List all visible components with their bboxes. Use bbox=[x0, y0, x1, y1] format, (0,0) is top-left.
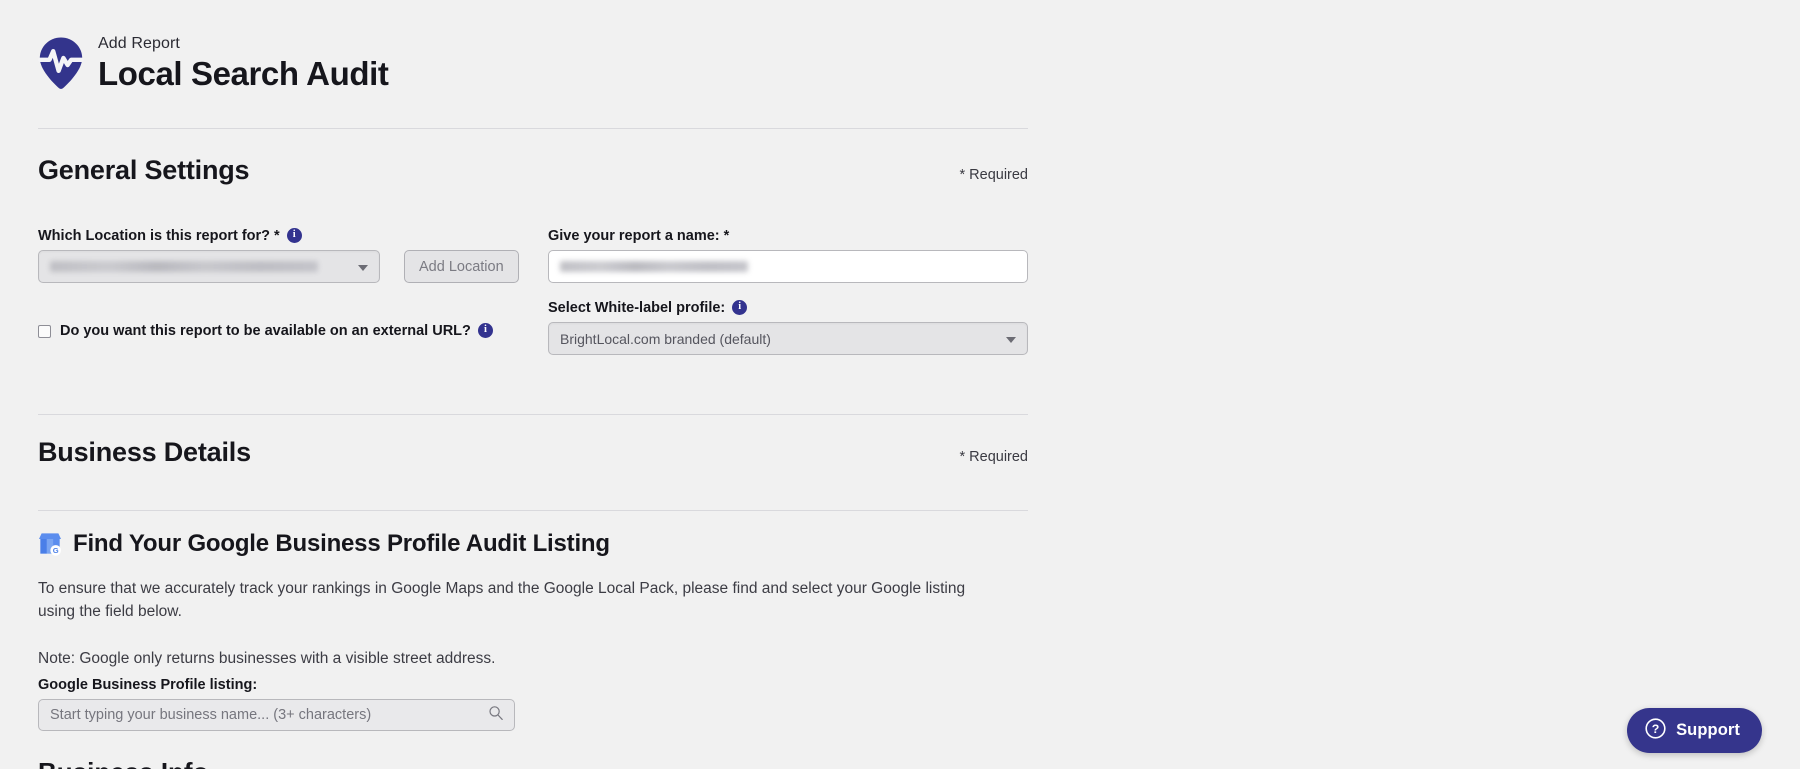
location-label-text: Which Location is this report for? * bbox=[38, 228, 280, 244]
general-settings-title: General Settings bbox=[38, 155, 249, 186]
gbp-heading: Find Your Google Business Profile Audit … bbox=[73, 530, 610, 558]
google-business-storefront-icon: G bbox=[37, 531, 63, 557]
report-name-field-group: Give your report a name: * bbox=[548, 228, 729, 244]
support-button[interactable]: ? Support bbox=[1627, 708, 1762, 753]
white-label-label-text: Select White-label profile: bbox=[548, 300, 725, 316]
external-url-checkbox[interactable] bbox=[38, 325, 51, 338]
gbp-listing-label: Google Business Profile listing: bbox=[38, 677, 257, 693]
gbp-heading-row: G Find Your Google Business Profile Audi… bbox=[37, 530, 610, 558]
white-label-info-icon[interactable]: i bbox=[732, 300, 747, 315]
location-field-label: Which Location is this report for? * i bbox=[38, 228, 302, 244]
business-details-header: Business Details * Required bbox=[38, 437, 1028, 468]
report-name-input[interactable] bbox=[548, 250, 1028, 283]
report-name-label: Give your report a name: * bbox=[548, 228, 729, 244]
breadcrumb-add-report: Add Report bbox=[98, 34, 388, 53]
location-field-group: Which Location is this report for? * i bbox=[38, 228, 302, 244]
general-required-note: * Required bbox=[959, 167, 1028, 183]
location-select-box[interactable] bbox=[38, 250, 380, 283]
svg-text:?: ? bbox=[1652, 721, 1660, 735]
report-name-value-redacted bbox=[560, 261, 748, 272]
external-url-checkbox-row[interactable]: Do you want this report to be available … bbox=[38, 323, 493, 339]
header-divider bbox=[38, 128, 1028, 129]
map-pin-pulse-logo-icon bbox=[38, 36, 84, 90]
external-url-label-text: Do you want this report to be available … bbox=[60, 323, 471, 339]
header-text-block: Add Report Local Search Audit bbox=[98, 34, 388, 92]
report-name-input-wrap[interactable] bbox=[548, 250, 1028, 283]
svg-text:G: G bbox=[53, 546, 59, 555]
support-button-label: Support bbox=[1676, 721, 1740, 740]
gbp-note: Note: Google only returns businesses wit… bbox=[38, 648, 1003, 671]
white-label-select-box[interactable]: BrightLocal.com branded (default) bbox=[548, 322, 1028, 355]
search-icon[interactable] bbox=[488, 705, 504, 726]
page-title: Local Search Audit bbox=[98, 56, 388, 92]
gbp-search-input[interactable]: Start typing your business name... (3+ c… bbox=[50, 707, 488, 723]
external-url-label: Do you want this report to be available … bbox=[60, 323, 493, 339]
location-select[interactable] bbox=[38, 250, 380, 283]
location-info-icon[interactable]: i bbox=[287, 228, 302, 243]
gbp-search-field[interactable]: Start typing your business name... (3+ c… bbox=[38, 699, 515, 731]
business-required-note: * Required bbox=[959, 449, 1028, 465]
general-settings-divider bbox=[38, 414, 1028, 415]
page-header: Add Report Local Search Audit bbox=[38, 34, 388, 92]
general-settings-header: General Settings * Required bbox=[38, 155, 1028, 186]
business-details-title: Business Details bbox=[38, 437, 251, 468]
add-location-button[interactable]: Add Location bbox=[404, 250, 519, 283]
white-label-select[interactable]: BrightLocal.com branded (default) bbox=[548, 322, 1028, 355]
add-report-page: Add Report Local Search Audit General Se… bbox=[0, 0, 1800, 769]
business-details-divider bbox=[38, 510, 1028, 511]
gbp-description: To ensure that we accurately track your … bbox=[38, 578, 1003, 624]
next-section-title-partial: Business Info bbox=[38, 757, 208, 769]
white-label-field-group: Select White-label profile: i bbox=[548, 300, 747, 316]
location-selected-value-redacted bbox=[50, 261, 318, 272]
white-label-label: Select White-label profile: i bbox=[548, 300, 747, 316]
external-url-info-icon[interactable]: i bbox=[478, 323, 493, 338]
add-location-button-wrap: Add Location bbox=[404, 250, 519, 283]
question-mark-circle-icon: ? bbox=[1645, 718, 1666, 744]
